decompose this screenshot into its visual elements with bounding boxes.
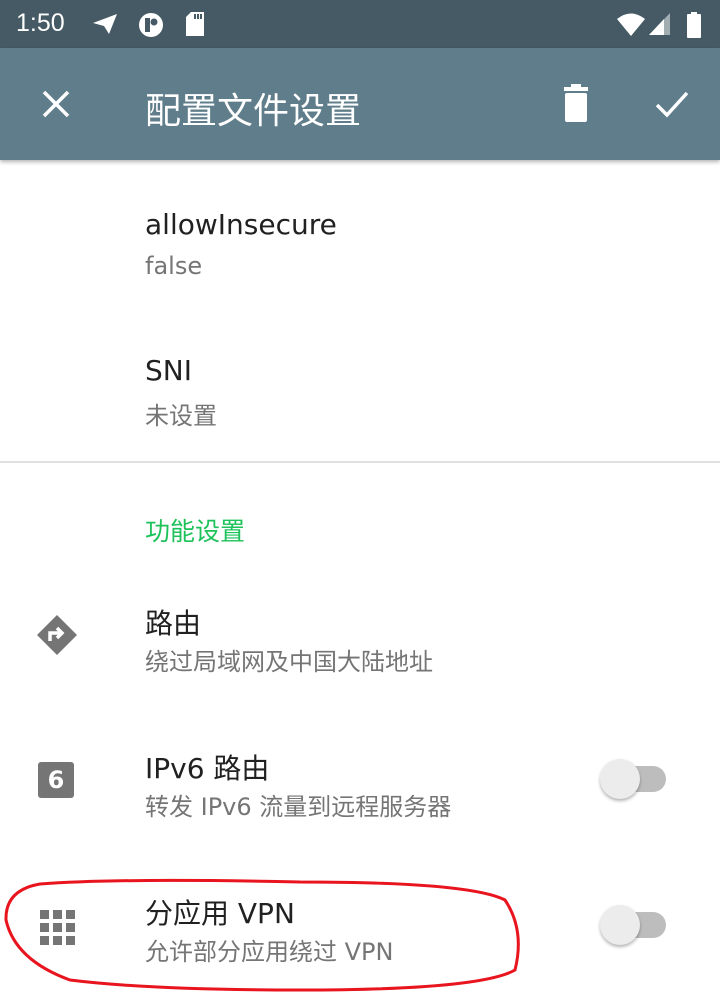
setting-title: SNI [145, 354, 192, 387]
ipv6-switch[interactable] [600, 759, 668, 799]
delete-icon[interactable] [556, 84, 596, 124]
setting-allow-insecure[interactable]: allowInsecure false [0, 160, 720, 310]
divider [0, 461, 720, 463]
app-notification-icon [139, 13, 163, 37]
setting-title: 路由 [145, 607, 202, 640]
setting-summary: 绕过局域网及中国大陆地址 [145, 648, 433, 676]
switch-thumb [600, 905, 640, 945]
setting-title: IPv6 路由 [145, 752, 270, 785]
close-icon[interactable] [36, 84, 76, 124]
status-bar: 1:50 [0, 0, 720, 48]
route-icon [37, 615, 77, 655]
switch-thumb [600, 759, 640, 799]
annotation-ellipse [4, 878, 520, 992]
page-title: 配置文件设置 [145, 91, 362, 132]
status-time: 1:50 [16, 9, 65, 37]
per-app-vpn-switch[interactable] [600, 905, 668, 945]
setting-title: allowInsecure [145, 208, 337, 241]
setting-summary: 转发 IPv6 流量到远程服务器 [145, 793, 452, 821]
section-header: 功能设置 [145, 517, 246, 546]
app-toolbar: 配置文件设置 [0, 48, 720, 160]
ipv6-icon: 6 [38, 762, 74, 798]
setting-route[interactable]: 路由 绕过局域网及中国大陆地址 [0, 580, 720, 710]
check-icon[interactable] [652, 84, 692, 124]
wifi-icon [617, 13, 645, 36]
setting-summary: 未设置 [145, 402, 217, 430]
sd-card-icon [186, 12, 204, 36]
battery-icon [687, 12, 701, 38]
telegram-icon [93, 14, 117, 34]
signal-icon [649, 13, 670, 35]
setting-summary: false [145, 252, 203, 280]
setting-ipv6-route[interactable]: 6 IPv6 路由 转发 IPv6 流量到远程服务器 [0, 725, 720, 855]
setting-sni[interactable]: SNI 未设置 [0, 310, 720, 460]
